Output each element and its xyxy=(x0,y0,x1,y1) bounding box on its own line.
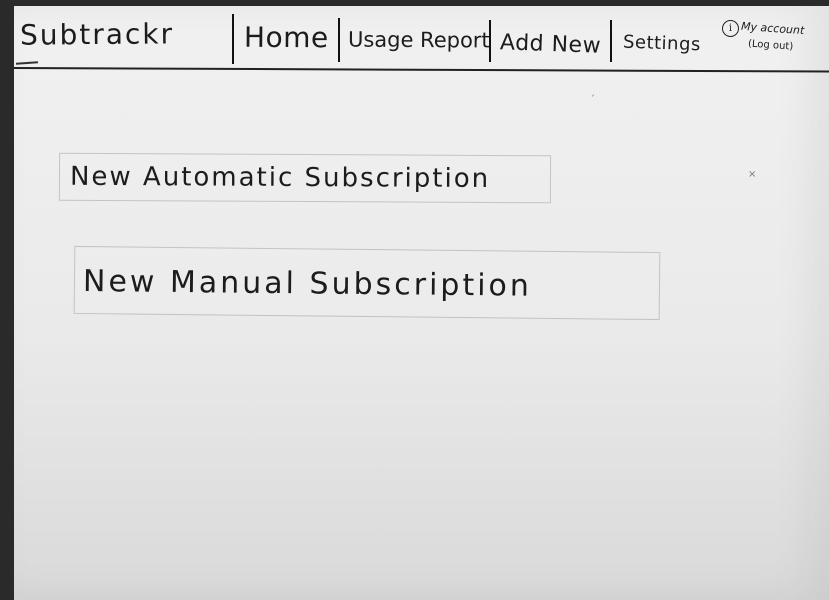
pencil-mark: × xyxy=(748,169,757,180)
nav-item-usage-report[interactable]: Usage Report xyxy=(348,28,490,53)
nav-item-home[interactable]: Home xyxy=(244,21,329,55)
new-automatic-subscription-button[interactable]: New Automatic Subscription xyxy=(58,152,552,204)
nav-item-add-new[interactable]: Add New xyxy=(500,30,602,59)
nav-item-settings[interactable]: Settings xyxy=(623,32,702,56)
app-logo[interactable]: Subtrackr xyxy=(20,17,174,51)
paper-sketch: Subtrackr Home Usage Report Add New Sett… xyxy=(13,6,829,600)
top-navigation-bar: Subtrackr Home Usage Report Add New Sett… xyxy=(13,6,829,73)
pencil-mark: ˏ xyxy=(590,86,595,97)
header-divider xyxy=(13,67,829,73)
logout-link[interactable]: (Log out) xyxy=(748,38,794,52)
logo-underline-mark xyxy=(15,61,39,65)
nav-separator xyxy=(232,14,234,64)
nav-separator xyxy=(489,20,491,62)
nav-separator xyxy=(338,18,340,62)
option-label: New Manual Subscription xyxy=(82,264,533,304)
nav-separator xyxy=(610,20,612,62)
my-account-link[interactable]: My account xyxy=(741,20,805,37)
option-label: New Automatic Subscription xyxy=(69,161,491,194)
new-manual-subscription-button[interactable]: New Manual Subscription xyxy=(73,245,661,321)
user-info-icon[interactable]: i xyxy=(722,20,739,37)
